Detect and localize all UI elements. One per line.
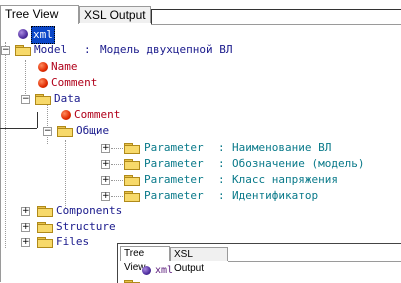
plus-icon[interactable]: + [21,207,30,216]
tree-sep: : [218,157,225,170]
tree-value-model: Модель двухцепной ВЛ [100,43,233,56]
tree-label-parameter: Parameter [144,157,204,170]
tree-row-common[interactable]: − Общие [0,123,200,139]
callout-line [151,9,401,10]
plus-icon[interactable]: + [101,176,110,185]
tree-row-data[interactable]: − Data [0,91,200,107]
tree-guide [111,196,123,197]
inset-tree-panel: Tree View XSL Output xml [117,243,401,283]
tree-label-name: Name [51,60,78,73]
tree-label-components: Components [56,204,123,217]
tree-row-structure[interactable]: + Structure [0,219,200,235]
purple-dot-icon [142,266,151,275]
folder-icon [124,159,140,170]
tree-label-parameter: Parameter [144,173,204,186]
tree-row-parameter[interactable]: + Parameter : Идентификатор [0,188,401,204]
inset-tab-tree-view[interactable]: Tree View [120,246,170,273]
tree-value-parameter: Наименование ВЛ [232,141,332,154]
red-dot-icon [38,78,48,88]
callout-line [0,128,37,129]
callout-line [151,9,152,24]
red-dot-icon [61,110,71,120]
plus-icon[interactable]: + [101,160,110,169]
folder-icon [15,45,31,56]
tree-value-parameter: Класс напряжения [232,173,338,186]
inset-tree-row-model-partial[interactable] [118,278,401,283]
inset-tree-label-xml: xml [155,265,174,276]
tree-row-components[interactable]: + Components [0,203,200,219]
tree-label-data-comment: Comment [74,108,121,121]
purple-dot-icon [18,29,28,39]
plus-icon[interactable]: + [21,223,30,232]
tree-row-parameter[interactable]: + Parameter : Наименование ВЛ [0,140,401,156]
tree-row-parameter[interactable]: + Parameter : Класс напряжения [0,172,401,188]
tree-guide [111,148,123,149]
folder-icon [35,94,51,105]
inset-tree-row-xml[interactable]: xml [118,264,238,277]
tree-label-structure: Structure [56,220,116,233]
collapse-icon[interactable]: − [1,46,10,55]
tree-sep: : [218,141,225,154]
tree-label-parameter: Parameter [144,141,204,154]
plus-icon[interactable]: + [101,144,110,153]
folder-icon [37,237,53,248]
tree-label-parameter: Parameter [144,189,204,202]
callout-line [37,112,38,128]
tree-label-files: Files [56,235,90,248]
tree-label-model: Model [34,43,68,56]
tree-row-name[interactable]: Name [0,59,200,75]
tree-sep: : [84,43,91,56]
tree-row-parameter[interactable]: + Parameter : Обозначение (модель) [0,156,401,172]
collapse-icon[interactable]: − [21,95,30,104]
tab-divider [151,24,401,25]
inset-tab-xsl-output[interactable]: XSL Output [170,247,228,274]
folder-icon [57,126,73,137]
tab-xsl-output[interactable]: XSL Output [79,6,151,23]
tree-sep: : [218,189,225,202]
tree-label-comment: Comment [51,76,98,89]
tree-value-parameter: Идентификатор [232,189,319,202]
tree-sep: : [218,173,225,186]
tree-row-comment[interactable]: Comment [0,75,200,91]
folder-icon [124,143,140,154]
inset-tab-divider [228,261,401,262]
tab-tree-view[interactable]: Tree View [0,5,79,24]
tree-label-common: Общие [76,124,110,137]
tree-row-data-comment[interactable]: Comment [0,107,200,123]
tree-guide [111,180,123,181]
plus-icon[interactable]: + [21,238,30,247]
plus-icon[interactable]: + [101,192,110,201]
tree-label-data: Data [54,92,81,105]
collapse-icon[interactable]: − [43,127,52,136]
folder-icon [124,175,140,186]
tree-value-parameter: Обозначение (модель) [232,157,365,170]
folder-icon [37,206,53,217]
folder-icon [124,191,140,202]
red-dot-icon [38,62,48,72]
tree-row-model[interactable]: − Model : Модель двухцепной ВЛ [0,42,401,58]
tree-row-xml-root[interactable]: xml [0,26,120,44]
tree-guide [111,164,123,165]
folder-icon [37,222,53,233]
